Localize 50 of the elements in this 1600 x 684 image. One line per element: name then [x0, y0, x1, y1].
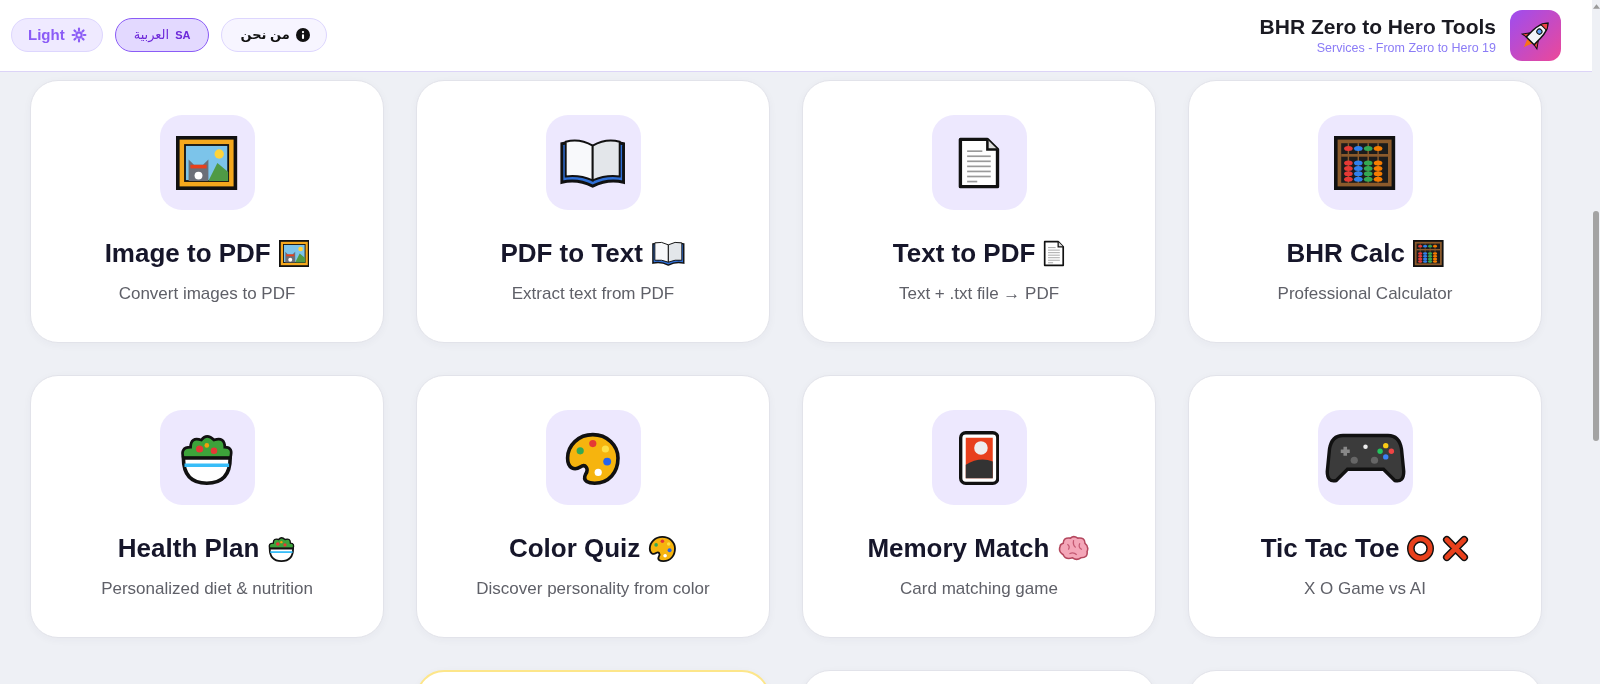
card-title: Tic Tac Toe [1260, 532, 1400, 564]
hollow-circle-icon [1407, 534, 1435, 562]
scrollbar-thumb[interactable] [1593, 211, 1599, 441]
palette-icon [545, 410, 641, 505]
abacus-icon [1317, 115, 1413, 210]
brain-icon [1057, 534, 1091, 562]
card-description: Personalized diet & nutrition [101, 579, 313, 599]
card-description: Card matching game [900, 579, 1058, 599]
card-title: Memory Match [867, 532, 1050, 564]
card-description: Discover personality from color [476, 579, 710, 599]
salad-bowl-icon [159, 410, 255, 505]
card-title: BHR Calc [1286, 237, 1405, 269]
cross-mark-icon [1442, 534, 1470, 562]
tool-card[interactable]: Health Plan Personalized diet & nutrition [30, 375, 384, 638]
sun-icon [70, 26, 87, 43]
document-icon [931, 115, 1027, 210]
tool-card[interactable]: PDF to Text Extract text from PDF [416, 80, 770, 343]
tool-card[interactable]: Memory Match Card matching game [802, 375, 1156, 638]
theme-toggle-button[interactable]: Light [11, 17, 103, 52]
framed-picture-icon [159, 115, 255, 210]
tool-card[interactable]: BHR Calc Professional Calculator [1188, 80, 1542, 343]
card-description: Convert images to PDF [118, 284, 296, 304]
playing-card-icon [931, 410, 1027, 505]
document-icon [1043, 239, 1066, 267]
palette-icon [648, 534, 678, 562]
card-description: Professional Calculator [1277, 284, 1453, 304]
site-title: BHR Zero to Hero Tools [1259, 15, 1496, 39]
salad-bowl-icon [267, 534, 297, 562]
card-title: PDF to Text [500, 237, 643, 269]
framed-picture-icon [278, 239, 310, 267]
site-subtitle: Services - From Zero to Hero 19 [1316, 41, 1496, 56]
card-description: Text + .txt file → PDF [898, 284, 1060, 304]
open-book-icon [650, 239, 686, 267]
tool-card[interactable]: Tic Tac Toe X O Game vs AI [1188, 375, 1542, 638]
rocket-icon[interactable] [1510, 10, 1561, 61]
card-description: X O Game vs AI [1304, 579, 1426, 599]
abacus-icon [1412, 239, 1444, 267]
tool-card[interactable]: Color Quiz Discover personality from color [416, 375, 770, 638]
card-title: Image to PDF [104, 237, 271, 269]
open-book-icon [545, 115, 641, 210]
info-icon [295, 27, 310, 42]
game-controller-icon [1317, 410, 1413, 505]
card-title: Health Plan [117, 532, 260, 564]
card-title: Color Quiz [508, 532, 641, 564]
tool-card[interactable]: Text to PDF Text + .txt file → PDF [802, 80, 1156, 343]
tool-card[interactable]: Image to PDF Convert images to PDF [30, 80, 384, 343]
scroll-up-icon[interactable] [1592, 4, 1600, 9]
card-description: Extract text from PDF [511, 284, 675, 304]
card-title: Text to PDF [892, 237, 1036, 269]
about-button[interactable]: من نحن [221, 17, 327, 52]
